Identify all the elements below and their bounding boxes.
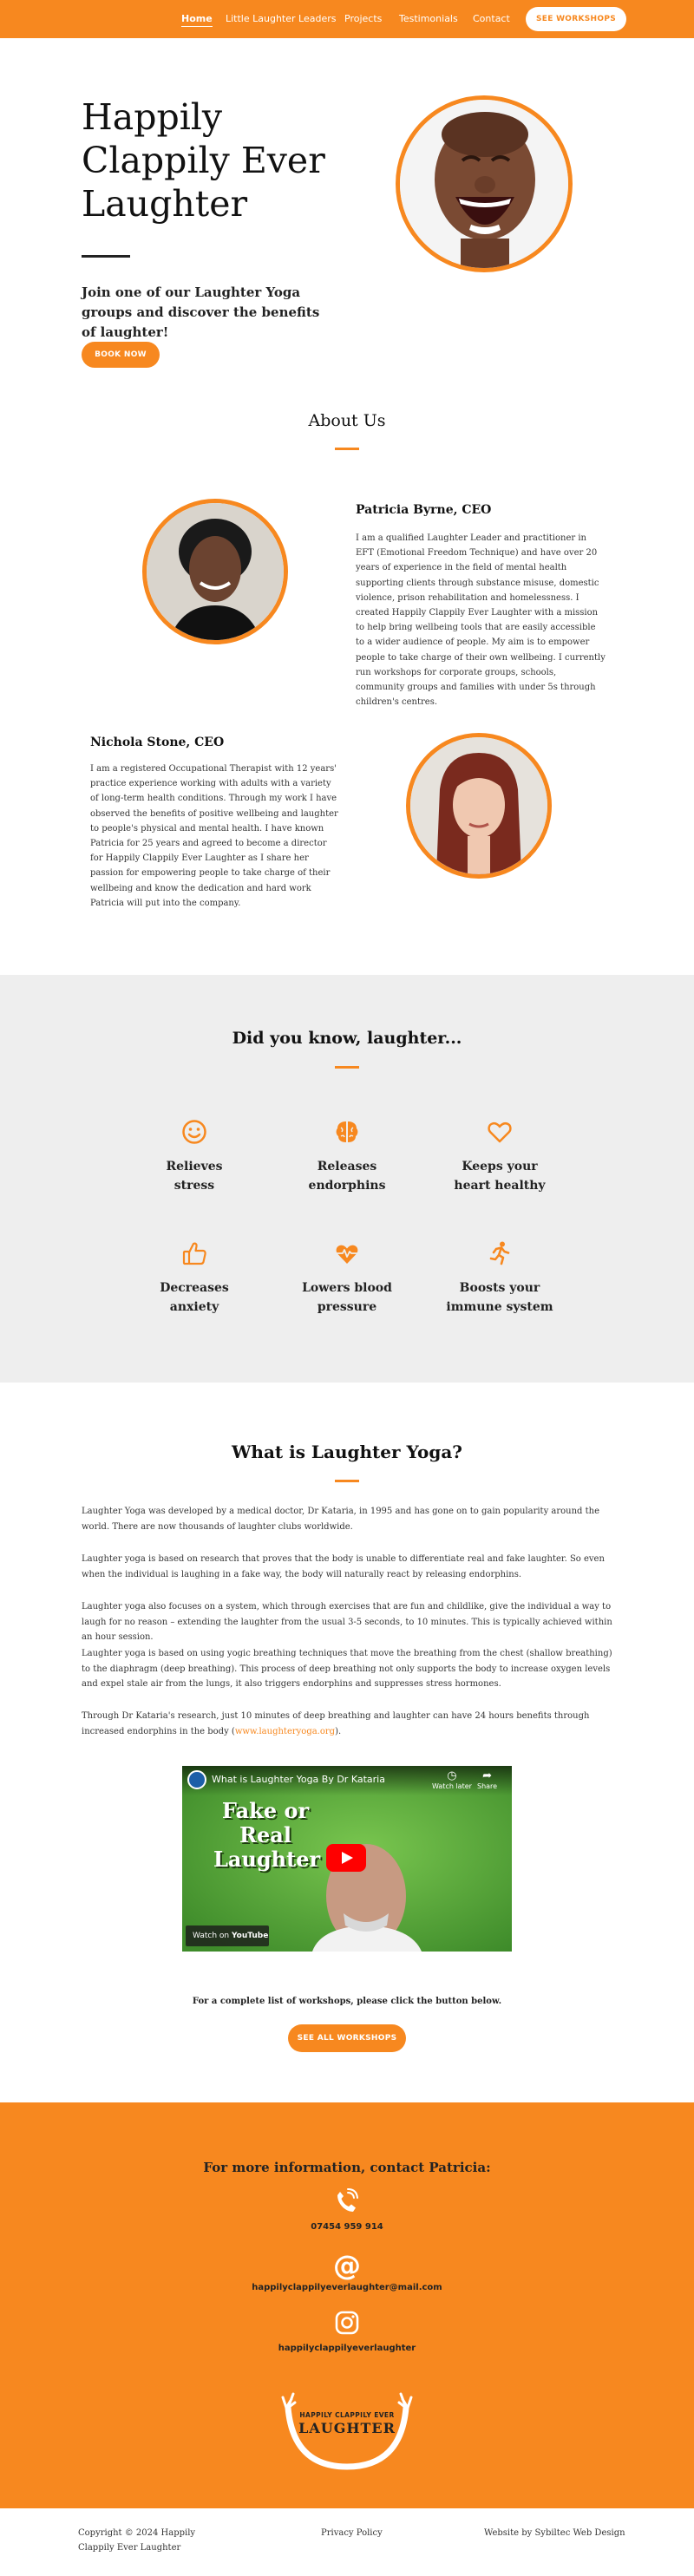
nichola-bio: I am a registered Occupational Therapist…: [90, 764, 338, 908]
logo-main-text: LAUGHTER: [298, 2420, 396, 2436]
fact-label-line1: Relieves: [166, 1160, 223, 1174]
brand-logo: HAPPILY CLAPPILY EVER LAUGHTER: [276, 2387, 418, 2474]
logo-top-text: HAPPILY CLAPPILY EVER: [299, 2411, 395, 2419]
share-icon: ➦: [482, 1769, 492, 1782]
play-icon: [342, 1852, 353, 1864]
watch-later-button[interactable]: ◷ Watch later: [432, 1769, 472, 1790]
watch-on-youtube-button[interactable]: Watch on YouTube: [186, 1925, 269, 1946]
yoga-paragraph: Laughter yoga also focuses on a system, …: [82, 1602, 612, 1642]
fact-label-line1: Decreases: [160, 1281, 229, 1295]
heart-icon: [488, 1121, 512, 1143]
watch-later-label: Watch later: [432, 1782, 472, 1790]
patricia-photo: [142, 499, 288, 644]
facts-title: Did you know, laughter...: [232, 1029, 462, 1048]
fact-heart-healthy: Keeps your heart healthy: [413, 1119, 586, 1195]
facts-divider: [335, 1066, 359, 1069]
laughteryoga-link[interactable]: www.laughteryoga.org: [235, 1727, 335, 1736]
play-button[interactable]: [326, 1844, 366, 1872]
nichola-photo: [406, 733, 552, 879]
nav-projects[interactable]: Projects: [344, 13, 382, 24]
heartbeat-icon: [336, 1245, 358, 1264]
smile-icon: [182, 1120, 206, 1144]
watch-on-label: Watch on: [193, 1932, 230, 1940]
contact-title: For more information, contact Patricia:: [203, 2160, 491, 2175]
fact-label-line1: Boosts your: [459, 1281, 540, 1295]
fact-label-line1: Keeps your: [462, 1160, 538, 1174]
nichola-name: Nichola Stone, CEO: [90, 736, 225, 749]
phone-icon: [337, 2188, 358, 2212]
nav-home[interactable]: Home: [181, 13, 213, 27]
nav-testimonials[interactable]: Testimonials: [399, 13, 458, 24]
fact-decreases-anxiety: Decreases anxiety: [108, 1240, 281, 1317]
contact-email[interactable]: happilyclappilyeverlaughter@mail.com: [0, 2283, 694, 2292]
workshops-note: For a complete list of workshops, please…: [192, 1997, 502, 2006]
footer-credit-link[interactable]: Website by Sybiltec Web Design: [484, 2526, 625, 2540]
see-workshops-button[interactable]: SEE WORKSHOPS: [526, 7, 626, 31]
fact-label-line2: heart healthy: [454, 1179, 546, 1193]
footer-copyright: Copyright © 2024 Happily Clappily Ever L…: [78, 2528, 196, 2553]
running-icon: [489, 1241, 510, 1265]
book-now-button[interactable]: BOOK NOW: [82, 342, 160, 368]
fact-label-line2: pressure: [317, 1300, 377, 1314]
top-navigation: Home Little Laughter Leaders Projects Te…: [0, 0, 694, 38]
about-title: About Us: [308, 411, 386, 430]
channel-avatar[interactable]: [187, 1770, 206, 1789]
laughing-man-photo: [396, 95, 573, 272]
yoga-paragraph: Laughter Yoga was developed by a medical…: [82, 1507, 599, 1532]
see-all-workshops-button[interactable]: SEE ALL WORKSHOPS: [288, 2024, 406, 2052]
instagram-icon: [335, 2311, 359, 2335]
video-title[interactable]: What is Laughter Yoga By Dr Kataria: [212, 1774, 385, 1785]
yoga-title: What is Laughter Yoga?: [231, 1442, 463, 1462]
patricia-name: Patricia Byrne, CEO: [356, 503, 492, 517]
fact-boosts-immune-system: Boosts your immune system: [413, 1240, 586, 1317]
share-button[interactable]: ➦ Share: [477, 1769, 497, 1790]
fact-label-line2: immune system: [446, 1300, 553, 1314]
fact-label-line1: Releases: [317, 1160, 377, 1174]
fact-lowers-blood-pressure: Lowers blood pressure: [260, 1240, 434, 1317]
fact-releases-endorphins: Releases endorphins: [260, 1119, 434, 1195]
contact-phone[interactable]: 07454 959 914: [0, 2222, 694, 2232]
at-sign-icon: @: [333, 2250, 361, 2281]
hero-divider: [82, 255, 130, 258]
nav-contact[interactable]: Contact: [473, 13, 510, 24]
brain-icon: [336, 1121, 358, 1142]
share-label: Share: [477, 1782, 498, 1790]
hero-subtitle: Join one of our Laughter Yoga groups and…: [82, 284, 320, 340]
contact-instagram[interactable]: happilyclappilyeverlaughter: [0, 2344, 694, 2353]
clock-icon: ◷: [447, 1769, 457, 1782]
fact-relieves-stress: Relieves stress: [108, 1119, 281, 1195]
svg-text:@: @: [333, 2250, 361, 2281]
video-overlay-text: Fake or Real Laughter: [213, 1798, 321, 1872]
yoga-paragraph: Laughter yoga is based on research that …: [82, 1554, 605, 1579]
yoga-paragraph: Laughter yoga is based on using yogic br…: [82, 1649, 612, 1689]
fact-label-line1: Lowers blood: [302, 1281, 392, 1295]
fact-label-line2: endorphins: [308, 1179, 386, 1193]
yoga-divider: [335, 1480, 359, 1482]
youtube-logo: YouTube: [231, 1932, 269, 1940]
fact-label-line2: anxiety: [169, 1300, 219, 1314]
about-divider: [335, 448, 359, 450]
patricia-bio: I am a qualified Laughter Leader and pra…: [356, 533, 606, 708]
fact-label-line2: stress: [174, 1179, 215, 1193]
thumbs-up-icon: [182, 1242, 206, 1265]
nav-little-laughter-leaders[interactable]: Little Laughter Leaders: [226, 13, 336, 24]
privacy-policy-link[interactable]: Privacy Policy: [321, 2526, 383, 2540]
youtube-video-embed[interactable]: What is Laughter Yoga By Dr Kataria ◷ Wa…: [182, 1766, 512, 1952]
research-text-end: ).: [335, 1726, 342, 1736]
hero-title: Happily Clappily Ever Laughter: [82, 96, 325, 225]
yoga-paragraph-research: Through Dr Kataria's research, just 10 m…: [82, 1709, 612, 1739]
